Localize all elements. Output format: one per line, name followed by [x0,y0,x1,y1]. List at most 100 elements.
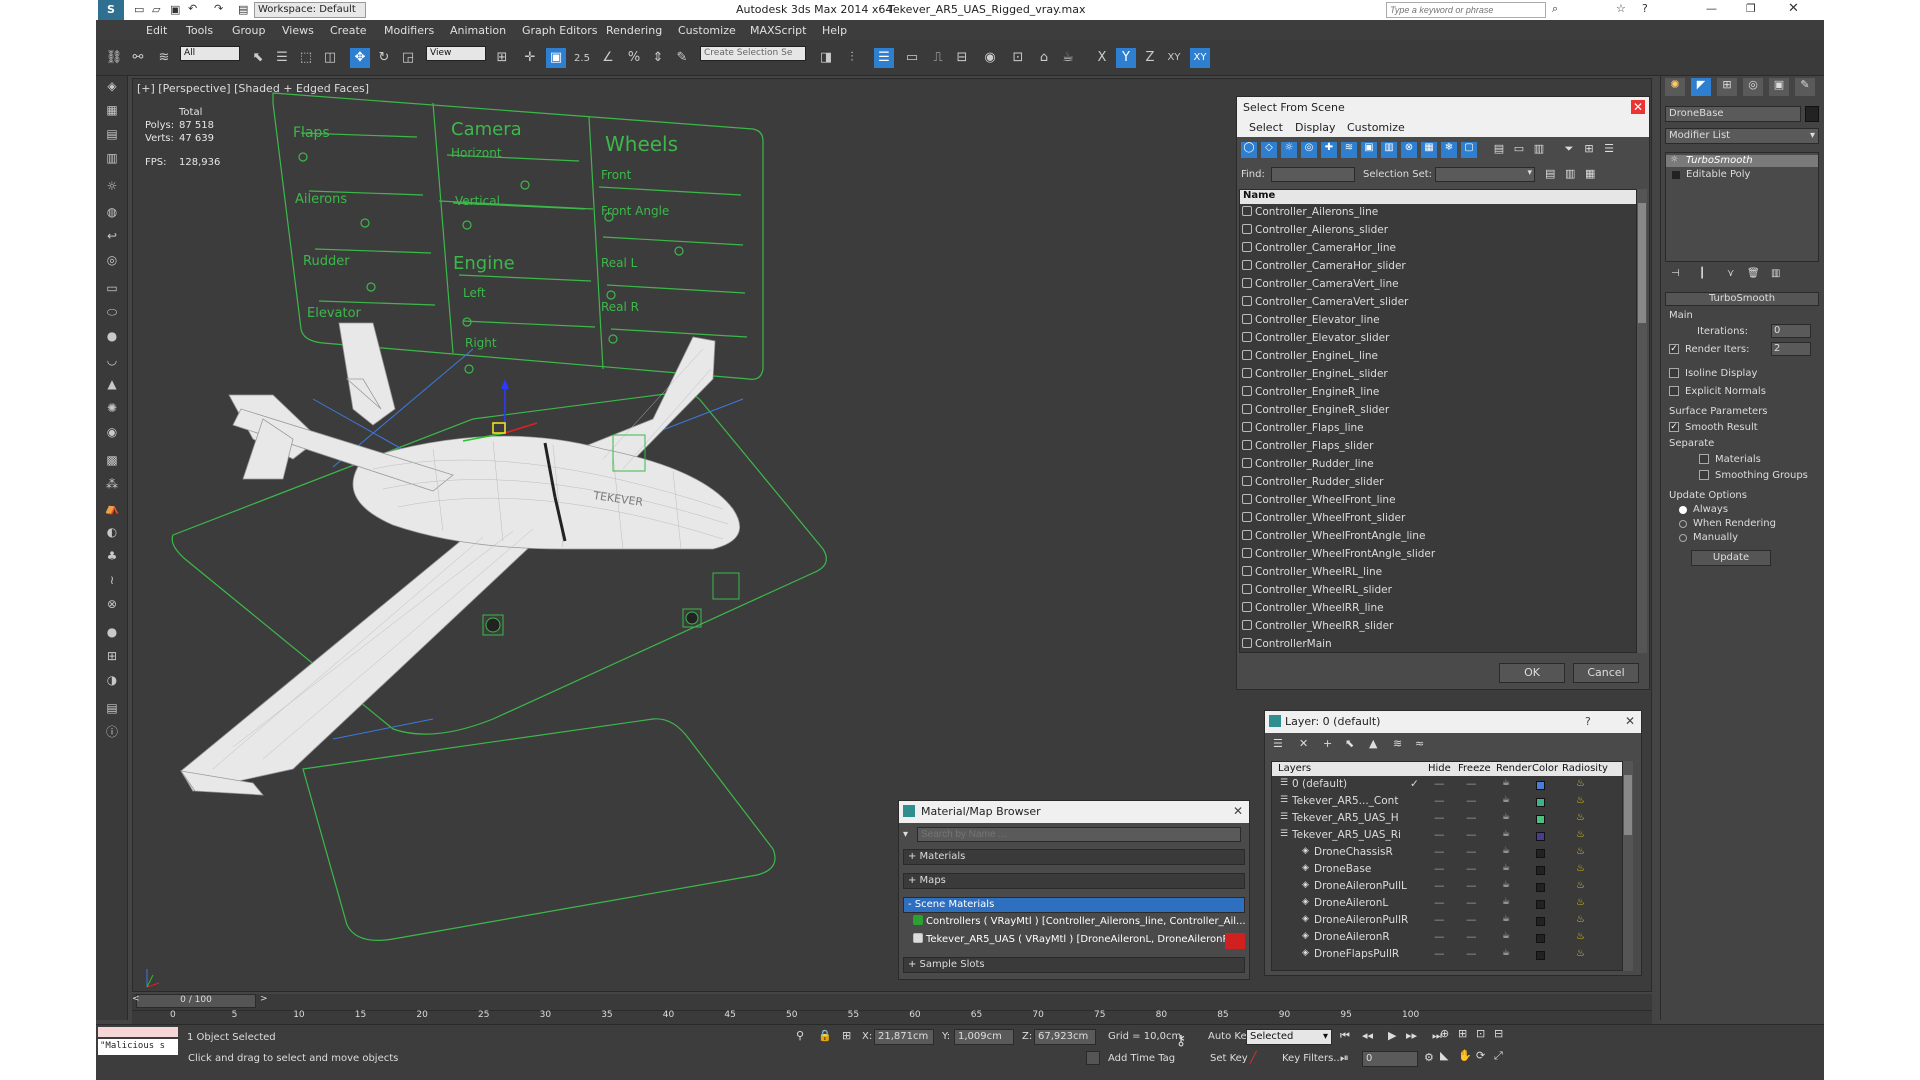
display-lights-icon[interactable]: ☼ [1281,142,1297,158]
object-list-item[interactable]: Controller_Elevator_line [1240,314,1636,332]
menu-tools[interactable]: Tools [186,24,213,37]
layer-color-swatch[interactable] [1536,815,1545,824]
hook-icon[interactable]: ↩ [102,226,122,246]
selection-set-dropdown[interactable]: ▾ [1435,167,1535,182]
freeze-toggle[interactable]: — [1466,863,1477,875]
absolute-mode-icon[interactable]: ⊞ [842,1029,851,1042]
layer-color-swatch[interactable] [1536,951,1545,960]
material-browser-close-button[interactable]: ✕ [1231,804,1245,818]
layer-row[interactable]: ◈ DroneAileronPullR — — ☕ ♨ [1272,914,1622,930]
minimize-button[interactable]: — [1706,2,1717,15]
fov-icon[interactable]: ◣ [1440,1049,1448,1062]
time-next-icon[interactable]: > [260,994,268,1004]
add-to-layer-icon[interactable]: + [1323,737,1332,750]
axis-xy-cycle-button[interactable]: XY [1190,48,1210,68]
replace-icon[interactable]: ⊞ [102,646,122,666]
material-search-input[interactable] [917,827,1241,842]
freeze-toggle[interactable]: — [1466,829,1477,841]
display-groups-icon[interactable]: ▣ [1361,142,1377,158]
zoom-extents-all-icon[interactable]: ⊟ [1494,1027,1503,1040]
time-prev-icon[interactable]: < [132,994,140,1004]
maps-group[interactable]: + Maps [903,873,1245,889]
layer-row[interactable]: ◈ DroneFlapsPullR — — ☕ ♨ [1272,948,1622,964]
layer-color-swatch[interactable] [1536,866,1545,875]
percent-snap-icon[interactable]: % [624,48,644,68]
select-dialog-menu-display[interactable]: Display [1295,121,1336,134]
keyboard-shortcut-override-icon[interactable]: ▣ [546,48,566,68]
radiosity-bulb-icon[interactable]: ♨ [1576,880,1585,891]
radiosity-bulb-icon[interactable]: ♨ [1576,948,1585,959]
spinner-snap-icon[interactable]: ⇕ [648,48,668,68]
bowl-icon[interactable]: ◡ [102,350,122,370]
object-list-item[interactable]: Controller_Rudder_slider [1240,476,1636,494]
scene-material-tekever[interactable]: Tekever_AR5_UAS ( VRayMtl ) [DroneAilero… [913,933,1245,949]
close-window-button[interactable]: ✕ [1788,1,1799,16]
modifier-list-dropdown[interactable]: Modifier List ▾ [1665,128,1819,144]
ok-button[interactable]: OK [1499,663,1565,683]
object-list-item[interactable]: Controller_WheelRL_slider [1240,584,1636,602]
hide-toggle[interactable]: — [1434,931,1445,943]
next-frame-icon[interactable]: ▸▸ [1406,1029,1417,1042]
menu-views[interactable]: Views [282,24,314,37]
set-key-button[interactable]: Set Key [1210,1053,1248,1064]
angle-snap-icon[interactable]: ∠ [598,48,618,68]
object-list-item[interactable]: Controller_EngineR_line [1240,386,1636,404]
radiosity-bulb-icon[interactable]: ♨ [1576,795,1585,806]
stack-item-editable-poly[interactable]: Editable Poly [1666,169,1818,181]
radio-when-rendering[interactable] [1679,520,1687,528]
layer-color-swatch[interactable] [1536,900,1545,909]
isoline-display-checkbox[interactable] [1669,368,1679,378]
object-list-item[interactable]: Controller_Elevator_slider [1240,332,1636,350]
freeze-toggle[interactable]: — [1466,914,1477,926]
selection-lock-icon[interactable]: 🔒 [818,1029,832,1042]
pan-icon[interactable]: ✋ [1458,1049,1472,1062]
menu-create[interactable]: Create [330,24,367,37]
display-tab-icon[interactable]: ▣ [1769,78,1789,96]
select-dialog-close-button[interactable]: ✕ [1631,100,1645,114]
render-teapot-icon[interactable]: ☕ [1502,897,1510,907]
y-coordinate-field[interactable]: 1,009cm [954,1029,1014,1045]
rendered-frame-icon[interactable]: ⌂ [1034,48,1054,68]
menu-group[interactable]: Group [232,24,266,37]
hide-toggle[interactable]: — [1434,863,1445,875]
freeze-toggle[interactable]: — [1466,846,1477,858]
link-icon[interactable]: ⛓ [104,48,124,68]
object-list-item[interactable]: Controller_WheelFrontAngle_slider [1240,548,1636,566]
torus-icon[interactable]: ◉ [102,422,122,442]
header-color[interactable]: Color [1532,763,1558,774]
hide-toggle[interactable]: — [1434,897,1445,909]
selection-filter-dropdown[interactable]: All [180,46,240,61]
rect-selection-icon[interactable]: ⬚ [296,48,316,68]
smooth-result-checkbox[interactable]: ✓ [1669,422,1679,432]
list-icon[interactable]: ▤ [102,124,122,144]
object-list-item[interactable]: Controller_WheelRR_slider [1240,620,1636,638]
scene-materials-group[interactable]: - Scene Materials [903,897,1245,913]
workspace-dropdown[interactable]: Workspace: Default [254,2,366,18]
open-file-icon[interactable]: ▱ [152,3,160,16]
iterations-spinner[interactable]: 0 [1771,324,1811,338]
light-bulb-icon[interactable]: ☼ [102,176,122,196]
hide-toggle[interactable]: — [1434,948,1445,960]
menu-edit[interactable]: Edit [146,24,167,37]
render-teapot-icon[interactable]: ☕ [1502,812,1510,822]
layer-color-swatch[interactable] [1536,798,1545,807]
object-list-item[interactable]: Controller_WheelFrontAngle_line [1240,530,1636,548]
pin-stack-icon[interactable]: ⊣ [1671,268,1680,279]
radiosity-bulb-icon[interactable]: ♨ [1576,846,1585,857]
time-configuration-icon[interactable]: ⚙ [1424,1051,1434,1064]
freeze-toggle[interactable]: — [1466,812,1477,824]
select-scale-icon[interactable]: ◲ [398,48,418,68]
select-move-icon[interactable]: ✥ [350,48,370,68]
axis-z-button[interactable]: Z [1140,48,1160,68]
orbit-icon[interactable]: ⟳ [1476,1049,1485,1062]
select-object-icon[interactable]: ⬉ [248,48,268,68]
create-tab-icon[interactable]: ✺ [1665,78,1685,96]
object-list-item[interactable]: Controller_EngineR_slider [1240,404,1636,422]
select-rotate-icon[interactable]: ↻ [374,48,394,68]
material-options-icon[interactable]: ▾ [903,829,908,840]
freeze-toggle[interactable]: — [1466,897,1477,909]
object-list-item[interactable]: Controller_Flaps_line [1240,422,1636,440]
align-icon[interactable]: ⫶ [842,48,862,68]
camera-icon[interactable]: ◎ [102,250,122,270]
hide-toggle[interactable]: — [1434,829,1445,841]
